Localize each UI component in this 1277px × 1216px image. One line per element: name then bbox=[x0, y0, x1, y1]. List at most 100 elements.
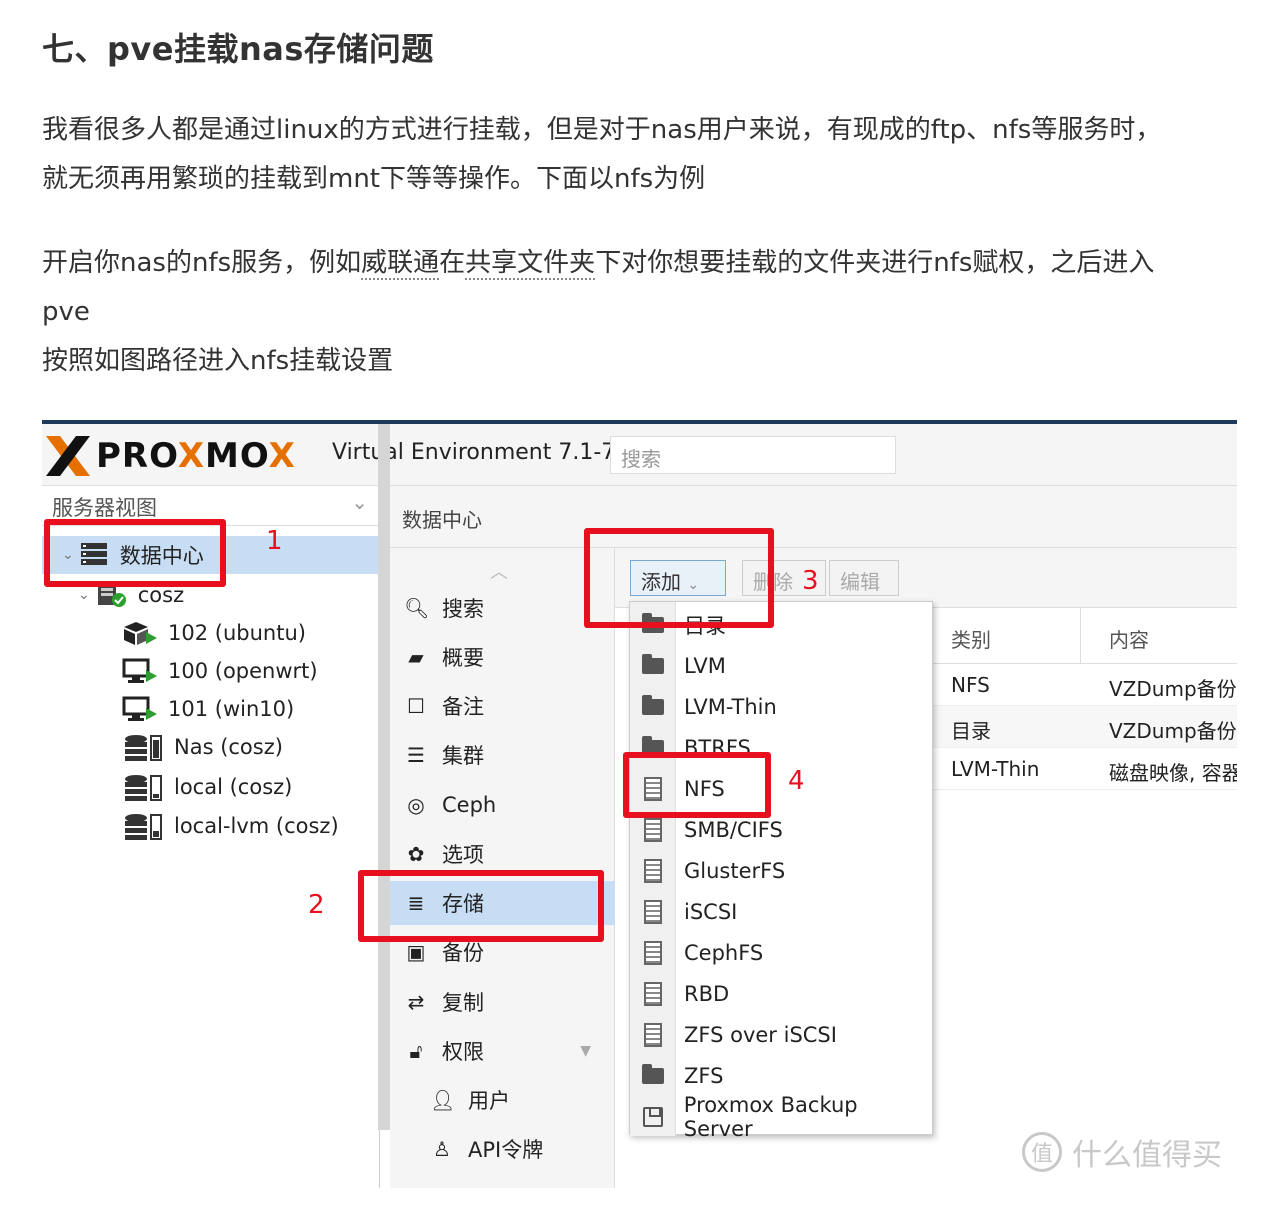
tree-item-label: Nas (cosz) bbox=[174, 735, 283, 759]
annotation-box-3 bbox=[584, 528, 774, 628]
paragraph-2-text-a: 开启你nas的nfs服务，例如 bbox=[42, 248, 362, 278]
menu-item-label: SMB/CIFS bbox=[684, 817, 783, 842]
table-row[interactable]: NFS VZDump备份 bbox=[925, 664, 1237, 706]
tree-item-guest[interactable]: 102 (ubuntu) bbox=[42, 614, 380, 652]
menu-item-zfs-over-iscsi[interactable]: ZFS over iSCSI bbox=[630, 1014, 932, 1055]
cell-type: NFS bbox=[951, 673, 990, 697]
column-header-type[interactable]: 类别 bbox=[951, 624, 991, 653]
menu-item-label: LVM bbox=[684, 653, 726, 678]
storage-icon bbox=[124, 734, 164, 761]
menu-item-cephfs[interactable]: CephFS bbox=[630, 932, 932, 973]
watermark-logo: 值 bbox=[1022, 1132, 1062, 1172]
folder-icon bbox=[642, 653, 664, 674]
column-header-content[interactable]: 内容 bbox=[1109, 624, 1149, 653]
resource-tree: 服务器视图 ⌄ ⌄ 数据中心 ⌄ cosz 102 (ubuntu) 100 (… bbox=[42, 486, 380, 1188]
nav-label: 用户 bbox=[468, 1089, 510, 1113]
tree-item-label: 100 (openwrt) bbox=[168, 659, 318, 683]
paragraph-2-text-b: 在 bbox=[439, 248, 466, 278]
nav-item-search[interactable]: 🔍︎ 搜索 bbox=[390, 586, 615, 630]
cell-type: LVM-Thin bbox=[951, 757, 1040, 781]
storage-icon bbox=[124, 813, 164, 840]
annotation-box-2 bbox=[358, 870, 604, 942]
nav-item-notes[interactable]: ☐ 备注 bbox=[390, 684, 615, 728]
annotation-box-4 bbox=[623, 752, 771, 818]
menu-item-rbd[interactable]: RBD bbox=[630, 973, 932, 1014]
paragraph-2-text-c: 下对你想要挂载的文件夹进行nfs赋权，之后进入 bbox=[595, 248, 1155, 278]
menu-item-iscsi[interactable]: iSCSI bbox=[630, 891, 932, 932]
nav-item-summary[interactable]: ▰ 概要 bbox=[390, 635, 615, 679]
menu-item-label: Proxmox Backup Server bbox=[683, 1092, 858, 1141]
menu-item-glusterfs[interactable]: GlusterFS bbox=[630, 850, 932, 891]
menu-item-label: CephFS bbox=[684, 940, 764, 965]
article-heading: 七、pve挂载nas存储问题 bbox=[42, 30, 434, 68]
datacenter-nav: ︿ 🔍︎ 搜索 ▰ 概要 ☐ 备注 ☰ 集群 ◎ Ceph ✿ 选项 ≣ 存储 ▣ 备份 ⇄ 复制… bbox=[390, 548, 615, 1188]
edit-button[interactable]: 编辑 bbox=[829, 560, 899, 596]
nav-label: 备注 bbox=[442, 695, 484, 719]
menu-item-lvm[interactable]: LVM bbox=[630, 645, 932, 686]
retweet-icon: ⇄ bbox=[407, 990, 425, 1014]
container-icon bbox=[122, 620, 158, 646]
menu-item-zfs[interactable]: ZFS bbox=[630, 1055, 932, 1096]
paragraph-3: 按照如图路径进入nfs挂载设置 bbox=[42, 346, 394, 376]
tree-item-guest[interactable]: 100 (openwrt) bbox=[42, 652, 380, 690]
server-icon bbox=[644, 940, 662, 965]
table-row[interactable]: 目录 VZDump备份 bbox=[925, 706, 1237, 748]
tree-item-storage[interactable]: local-lvm (cosz) bbox=[42, 807, 380, 845]
nav-item-users[interactable]: 👤︎ 用户 bbox=[390, 1078, 615, 1122]
note-icon: ☐ bbox=[407, 694, 425, 718]
menu-item-proxmox-backup-server[interactable]: Proxmox Backup Server bbox=[630, 1093, 932, 1141]
nav-label: 搜索 bbox=[442, 597, 484, 621]
menu-item-label: ZFS bbox=[684, 1063, 724, 1088]
paragraph-2-line-1: 开启你nas的nfs服务，例如威联通在共享文件夹下对你想要挂载的文件夹进行nfs… bbox=[42, 239, 1154, 288]
unlock-icon: 🔓︎ bbox=[409, 1039, 423, 1063]
annotation-number-1: 1 bbox=[266, 526, 283, 556]
nav-item-ceph[interactable]: ◎ Ceph bbox=[390, 783, 615, 827]
tree-item-storage[interactable]: local (cosz) bbox=[42, 768, 380, 806]
server-icon bbox=[644, 899, 662, 924]
grid-header: 类别 内容 bbox=[925, 608, 1237, 664]
add-storage-menu: 目录 LVM LVM-Thin BTRFS NFS SMB/CIFS Glust… bbox=[629, 601, 933, 1141]
link-shared-folder[interactable]: 共享文件夹 bbox=[465, 248, 596, 280]
proxmox-logo: PROXMOX bbox=[44, 434, 296, 478]
ceph-icon: ◎ bbox=[407, 793, 425, 817]
cluster-icon: ☰ bbox=[407, 743, 425, 767]
nav-item-cluster[interactable]: ☰ 集群 bbox=[390, 733, 615, 777]
menu-item-label: LVM-Thin bbox=[684, 694, 777, 719]
menu-item-label: RBD bbox=[684, 981, 730, 1006]
nav-label: 权限 bbox=[442, 1040, 484, 1064]
annotation-box-1 bbox=[44, 519, 226, 587]
server-icon bbox=[644, 817, 662, 842]
tree-item-storage[interactable]: Nas (cosz) bbox=[42, 728, 380, 766]
nav-label: 选项 bbox=[442, 843, 484, 867]
nav-item-replication[interactable]: ⇄ 复制 bbox=[390, 980, 615, 1024]
proxmox-screenshot: PROXMOX Virtual Environment 7.1-7 搜索 服务器… bbox=[42, 420, 1237, 1188]
logo-x-icon bbox=[44, 434, 92, 478]
chevron-up-icon[interactable]: ︿ bbox=[490, 558, 508, 584]
table-row[interactable]: LVM-Thin 磁盘映像, 容器 bbox=[925, 748, 1237, 790]
nav-item-api-tokens[interactable]: ♙ API令牌 bbox=[390, 1127, 615, 1171]
storage-icon bbox=[124, 774, 164, 801]
expand-icon: ▼ bbox=[580, 1043, 591, 1059]
book-icon: ▰ bbox=[408, 645, 424, 669]
brand-name: PROXMOX bbox=[96, 436, 296, 476]
paragraph-2-line-2: pve bbox=[42, 297, 90, 327]
search-icon: 🔍︎ bbox=[404, 596, 430, 620]
menu-item-lvm-thin[interactable]: LVM-Thin bbox=[630, 686, 932, 727]
watermark: 值 什么值得买 bbox=[1022, 1130, 1222, 1174]
nav-item-permissions[interactable]: 🔓︎ 权限 ▼ bbox=[390, 1029, 615, 1073]
nav-label: 集群 bbox=[442, 744, 484, 768]
tree-item-guest[interactable]: 101 (win10) bbox=[42, 690, 380, 728]
gear-icon: ✿ bbox=[407, 842, 425, 866]
floppy-icon bbox=[642, 1106, 663, 1127]
paragraph-1-line-1: 我看很多人都是通过linux的方式进行挂载，但是对于nas用户来说，有现成的ft… bbox=[42, 115, 1162, 145]
cell-content: VZDump备份 bbox=[1109, 677, 1237, 701]
link-qnap[interactable]: 威联通 bbox=[361, 248, 440, 280]
user-icon: 👤︎ bbox=[430, 1088, 456, 1112]
tree-scrollbar[interactable] bbox=[378, 424, 390, 1130]
column-divider bbox=[1080, 608, 1081, 664]
folder-icon bbox=[642, 1063, 664, 1084]
nav-label: 复制 bbox=[442, 991, 484, 1015]
search-input[interactable]: 搜索 bbox=[610, 436, 896, 474]
version-label: Virtual Environment 7.1-7 bbox=[332, 440, 616, 465]
folder-icon bbox=[642, 694, 664, 715]
